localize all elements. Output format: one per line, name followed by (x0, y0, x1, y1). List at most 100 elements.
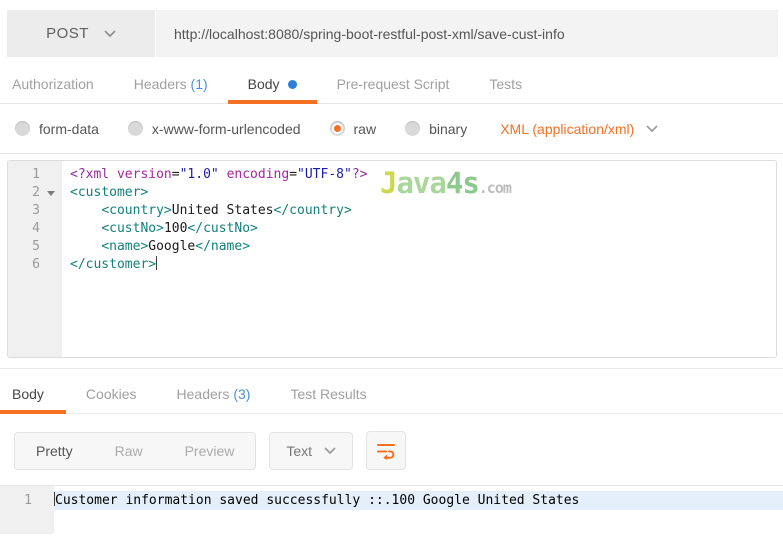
code-token: <customer> (70, 185, 149, 200)
line-number: 4 (32, 221, 40, 236)
request-tab-label: Pre-request Script (336, 76, 450, 92)
body-type-option-form-data[interactable]: form-data (15, 121, 99, 137)
wrap-text-button[interactable] (366, 431, 407, 470)
request-tab-tests[interactable]: Tests (469, 76, 542, 103)
response-tab-cookies[interactable]: Cookies (66, 386, 157, 413)
code-token: "UTF-8" (297, 167, 352, 182)
watermark-suffix: .com (478, 179, 512, 197)
body-type-option-label: form-data (39, 120, 99, 137)
response-tab-headers[interactable]: Headers (3) (157, 386, 271, 413)
line-number: 3 (32, 203, 40, 218)
unsaved-dot-icon (287, 80, 297, 89)
response-toolbar: Pretty Raw Preview Text (0, 414, 783, 485)
line-number: 5 (32, 239, 40, 254)
response-tabs: Body Cookies Headers (3) Test Results (0, 369, 783, 414)
request-tab-label: Authorization (12, 76, 94, 92)
gutter-row: 1 (0, 491, 54, 510)
response-line: Customer information saved successfully … (54, 491, 783, 510)
code-token: 100 (163, 221, 188, 236)
code-token: </custNo> (187, 221, 258, 236)
fold-arrow-icon[interactable] (47, 190, 55, 196)
chevron-down-icon (324, 446, 336, 454)
request-tab-label: Body (247, 76, 280, 92)
response-body-viewer[interactable]: 1 Customer information saved successfull… (0, 485, 783, 534)
response-tab-body[interactable]: Body (0, 386, 66, 414)
body-type-option-x-www-form-urlencoded[interactable]: x-www-form-urlencoded (127, 120, 301, 137)
gutter-row: 5 (8, 238, 62, 256)
gutter-row: 4 (8, 220, 62, 238)
code-token: </name> (195, 239, 251, 254)
code-token: encoding (226, 167, 290, 182)
view-button-raw[interactable]: Raw (94, 433, 164, 469)
content-type-label: XML (application/xml) (500, 120, 635, 137)
code-token: </country> (273, 203, 352, 218)
response-tab-label: Body (12, 386, 44, 402)
request-body-editor[interactable]: 123456 <?xml version="1.0" encoding="UTF… (7, 160, 777, 358)
code-line: </customer> (70, 256, 776, 274)
request-tab-label: Tests (489, 76, 523, 92)
line-number: 1 (24, 493, 32, 508)
method-select[interactable]: POST (7, 10, 155, 57)
url-input[interactable]: http://localhost:8080/spring-boot-restfu… (156, 10, 778, 57)
code-token: = (289, 167, 298, 182)
body-type-option-label: x-www-form-urlencoded (151, 120, 301, 137)
gutter-row: 2 (8, 184, 62, 202)
response-format-label: Text (286, 442, 313, 459)
url-text: http://localhost:8080/spring-boot-restfu… (174, 25, 565, 42)
code-token: version (116, 167, 172, 182)
request-tab-label: Headers (133, 76, 187, 92)
response-tab-test-results[interactable]: Test Results (270, 386, 386, 413)
code-token: "1.0" (179, 167, 219, 182)
request-tab-pre-request-script[interactable]: Pre-request Script (317, 76, 470, 103)
request-url-bar: POST http://localhost:8080/spring-boot-r… (7, 10, 778, 57)
chevron-down-icon (104, 29, 116, 37)
radio-button-icon (329, 121, 345, 136)
code-token: <country> (101, 203, 172, 218)
body-type-option-raw[interactable]: raw (329, 120, 377, 137)
postman-app: { "colors": { "accent_orange": "#f47023"… (0, 10, 783, 542)
line-number: 2 (32, 185, 40, 200)
gutter-row: 1 (8, 166, 62, 184)
code-token: Google (148, 239, 196, 254)
code-line: <custNo>100</custNo> (70, 220, 776, 238)
request-tab-authorization[interactable]: Authorization (12, 76, 114, 103)
watermark-segment: ava (396, 166, 446, 200)
chevron-down-icon (646, 124, 658, 132)
request-tab-body[interactable]: Body (227, 76, 317, 104)
gutter-row: 3 (8, 202, 62, 220)
view-button-pretty[interactable]: Pretty (15, 433, 94, 469)
code-token: <?xml (70, 167, 117, 182)
line-number: 1 (32, 167, 40, 182)
code-token: United States (171, 203, 274, 218)
radio-button-icon (405, 121, 421, 136)
code-token: ?> (351, 167, 368, 182)
response-tab-label: Headers (176, 386, 230, 402)
fold-gutter (40, 190, 62, 196)
response-format-select[interactable]: Text (269, 431, 354, 470)
body-type-row: form-data x-www-form-urlencoded raw binary … (0, 104, 783, 154)
editor-gutter: 1 2 3 4 5 6 (8, 161, 62, 357)
response-tab-label: Cookies (85, 386, 137, 402)
tab-count-badge: (3) (229, 386, 251, 402)
code-token: <custNo> (101, 221, 164, 236)
response-code-area[interactable]: Customer information saved successfully … (54, 486, 783, 534)
radio-button-icon (127, 121, 143, 136)
body-type-options: form-data x-www-form-urlencoded raw binary (15, 121, 496, 137)
content-type-select[interactable]: XML (application/xml) (500, 121, 658, 137)
line-number: 6 (32, 257, 40, 272)
watermark-segment: 4s (445, 166, 480, 200)
body-type-option-binary[interactable]: binary (405, 121, 467, 137)
request-tab-headers[interactable]: Headers (1) (114, 76, 228, 103)
request-tabs: Authorization Headers (1) Body Pre-request … (0, 70, 783, 104)
gutter-row: 6 (8, 256, 62, 274)
body-type-option-label: raw (353, 120, 377, 137)
view-button-preview[interactable]: Preview (164, 433, 256, 469)
code-line: <country>United States</country> (70, 202, 776, 220)
code-token: <name> (101, 239, 149, 254)
text-cursor (156, 256, 158, 270)
tab-count-badge: (1) (186, 76, 208, 92)
